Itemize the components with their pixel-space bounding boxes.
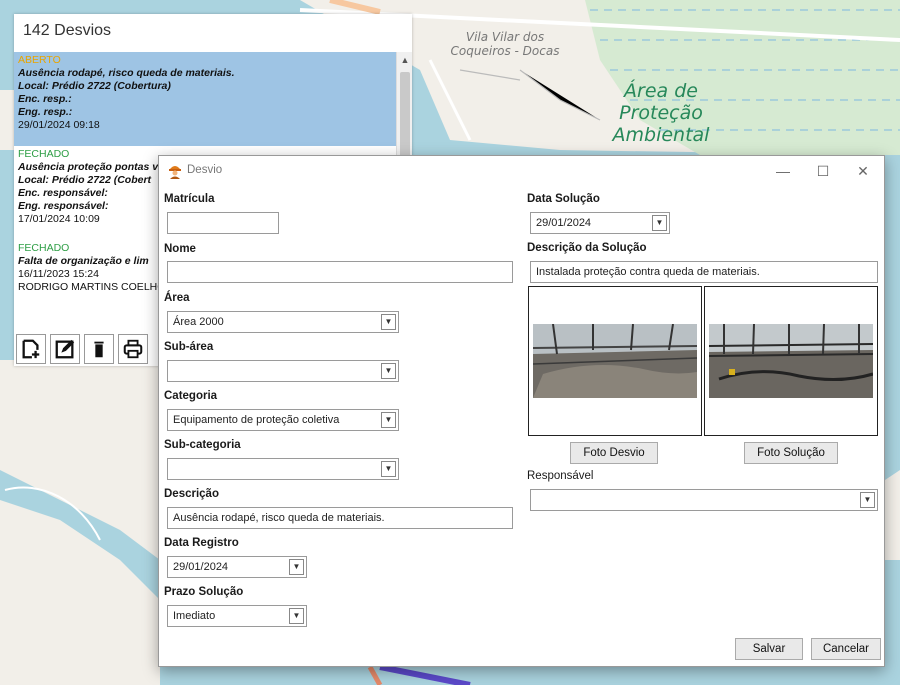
prazo-label: Prazo Solução [164, 586, 244, 598]
categoria-select[interactable]: Equipamento de proteção coletiva ▼ [167, 409, 399, 431]
foto-solucao-button[interactable]: Foto Solução [744, 442, 838, 464]
worker-icon [169, 166, 181, 179]
subarea-select[interactable]: ▼ [167, 360, 399, 382]
data-registro-picker[interactable]: 29/01/2024 ▼ [167, 556, 307, 578]
responsavel-select[interactable]: ▼ [530, 489, 878, 511]
dialog-title: Desvio [187, 164, 223, 176]
chevron-down-icon[interactable]: ▼ [289, 608, 304, 624]
subarea-label: Sub-área [164, 341, 214, 353]
item-eng-resp: Eng. resp.: [18, 106, 73, 118]
desvio-dialog: Desvio — ☐ ✕ Matrícula Nome Área Área 20… [158, 155, 885, 667]
data-registro-label: Data Registro [164, 537, 239, 549]
categoria-value: Equipamento de proteção coletiva [173, 414, 340, 426]
solucao-photo-icon [709, 324, 873, 398]
data-solucao-value: 29/01/2024 [536, 217, 592, 229]
subcategoria-select[interactable]: ▼ [167, 458, 399, 480]
list-title: 142 Desvios [23, 22, 112, 39]
responsavel-label: Responsável [527, 470, 594, 482]
list-toolbar [16, 334, 148, 364]
area-value: Área 2000 [173, 316, 224, 328]
map-label-area-protecao: Área de Proteção Ambiental [612, 80, 710, 146]
close-button[interactable]: ✕ [843, 156, 883, 186]
add-icon [22, 339, 40, 359]
cancelar-button[interactable]: Cancelar [811, 638, 881, 660]
area-label: Área [164, 292, 190, 304]
item-enc-resp: Enc. resp.: [18, 93, 72, 105]
maximize-button[interactable]: ☐ [803, 156, 843, 186]
foto-desvio-image[interactable] [528, 286, 702, 436]
matricula-label: Matrícula [164, 193, 215, 205]
delete-icon [94, 341, 104, 358]
data-solucao-picker[interactable]: 29/01/2024 ▼ [530, 212, 670, 234]
add-button[interactable] [16, 334, 46, 364]
delete-button[interactable] [84, 334, 114, 364]
scroll-up-icon[interactable]: ▲ [397, 52, 412, 68]
foto-solucao-image[interactable] [704, 286, 878, 436]
chevron-down-icon[interactable]: ▼ [652, 215, 667, 231]
chevron-down-icon[interactable]: ▼ [381, 363, 396, 379]
descricao-field[interactable]: Ausência rodapé, risco queda de materiai… [167, 507, 513, 529]
nome-field[interactable] [167, 261, 513, 283]
chevron-down-icon[interactable]: ▼ [381, 412, 396, 428]
area-select[interactable]: Área 2000 ▼ [167, 311, 399, 333]
edit-button[interactable] [50, 334, 80, 364]
desvio-photo-icon [533, 324, 697, 398]
salvar-button[interactable]: Salvar [735, 638, 803, 660]
item-datetime: 29/01/2024 09:18 [18, 119, 100, 131]
prazo-select[interactable]: Imediato ▼ [167, 605, 307, 627]
categoria-label: Categoria [164, 390, 218, 402]
descricao-solucao-field[interactable]: Instalada proteção contra queda de mater… [530, 261, 878, 283]
dialog-titlebar[interactable]: Desvio — ☐ ✕ [159, 156, 884, 186]
subcategoria-label: Sub-categoria [164, 439, 241, 451]
matricula-field[interactable] [167, 212, 279, 234]
map-label-vila: Vila Vilar dos Coqueiros - Docas [450, 30, 560, 58]
prazo-value: Imediato [173, 610, 216, 622]
data-solucao-label: Data Solução [527, 193, 600, 205]
status-label: ABERTO [18, 54, 61, 66]
minimize-button[interactable]: — [763, 156, 803, 186]
descricao-solucao-label: Descrição da Solução [527, 242, 647, 254]
chevron-down-icon[interactable]: ▼ [860, 492, 875, 508]
edit-icon [55, 339, 75, 359]
nome-label: Nome [164, 243, 196, 255]
print-icon [123, 339, 143, 359]
item-description: Ausência rodapé, risco queda de materiai… [18, 67, 235, 79]
chevron-down-icon[interactable]: ▼ [289, 559, 304, 575]
print-button[interactable] [118, 334, 148, 364]
data-registro-value: 29/01/2024 [173, 561, 229, 573]
list-item[interactable]: ABERTO Ausência rodapé, risco queda de m… [14, 52, 396, 146]
item-local: Local: Prédio 2722 (Cobertura) [18, 80, 171, 92]
chevron-down-icon[interactable]: ▼ [381, 314, 396, 330]
foto-desvio-button[interactable]: Foto Desvio [570, 442, 658, 464]
descricao-label: Descrição [164, 488, 219, 500]
chevron-down-icon[interactable]: ▼ [381, 461, 396, 477]
